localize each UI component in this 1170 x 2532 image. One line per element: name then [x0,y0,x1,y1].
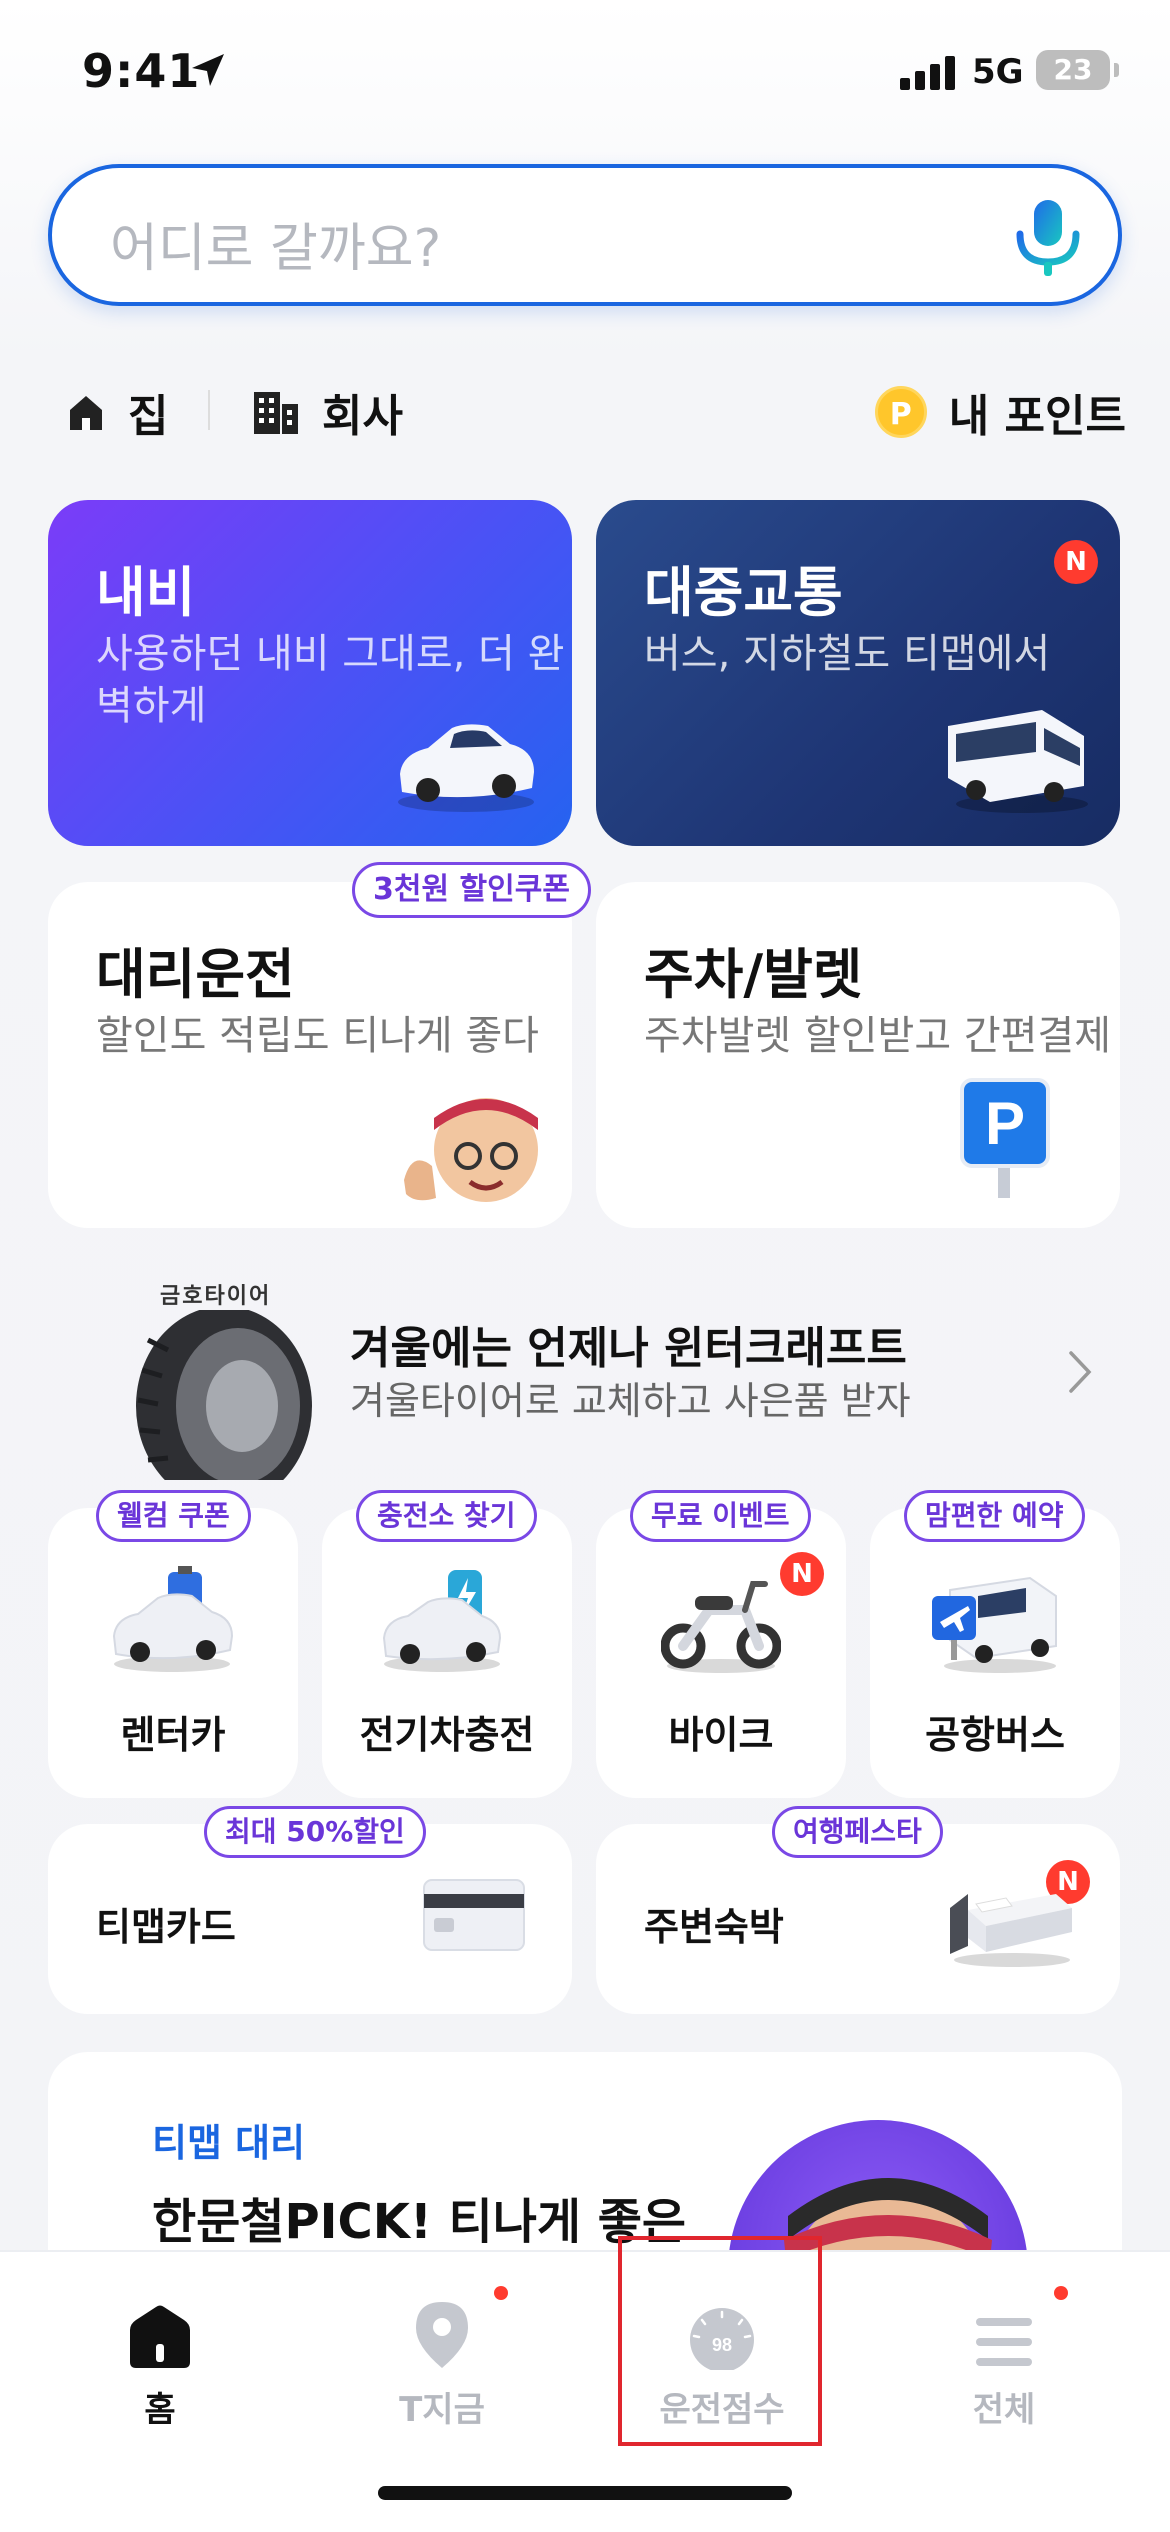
menu-icon [976,2318,1032,2366]
notification-dot [1054,2286,1068,2300]
home-icon [130,2305,190,2368]
tab-home[interactable]: 홈 [60,2280,260,2431]
transit-title: 대중교통 [644,561,843,624]
car-icon [398,724,534,812]
search-bar[interactable]: 어디로 갈까요? [48,164,1122,306]
nearby-lodging-card[interactable]: 여행페스타 N 주변숙박 [596,1806,1120,2014]
rental-car-icon [112,1566,234,1672]
shortcut-work-label: 회사 [322,391,403,442]
navi-title: 내비 [96,561,196,624]
service-label: 전기차충전 [359,1713,535,1757]
wide-service-label: 티맵카드 [96,1905,236,1949]
svg-text:P: P [985,1090,1025,1157]
building-icon [254,392,298,434]
parking-valet-card[interactable]: 주차/발렛 주차발렛 할인받고 간편결제 P [596,882,1120,1228]
bus-icon [948,710,1088,813]
new-badge: N [1054,540,1098,584]
parking-title: 주차/발렛 [644,943,863,1006]
my-points-button[interactable]: P 내 포인트 [874,380,1126,444]
tire-ad-banner[interactable]: 금호타이어 겨울에는 언제나 윈터크래프트 겨울타이어로 교체하고 사은품 받자 [48,1270,1122,1480]
parking-sign-icon: P [960,1078,1050,1198]
house-icon [70,396,102,430]
airport-bus-card[interactable]: 맘편한 예약 공항버스 [870,1490,1120,1798]
transit-desc: 버스, 지하철도 티맵에서 [644,631,1051,677]
ad-subtitle: 겨울타이어로 교체하고 사은품 받자 [350,1379,911,1423]
point-coin-icon: P [874,386,927,438]
coupon-pill: 3천원 할인쿠폰 [352,862,591,918]
my-points-label: 내 포인트 [948,391,1126,442]
location-arrow-icon [192,54,224,86]
bike-card[interactable]: 무료 이벤트 N 바이크 [596,1490,846,1798]
driver-service-card[interactable]: 대리운전 할인도 적립도 티나게 좋다 3천원 할인쿠폰 [48,862,591,1228]
service-label: 렌터카 [120,1713,226,1757]
cellular-signal-icon [900,56,955,90]
shortcut-divider [208,390,210,430]
promo-headline: 한문철PICK! 티나게 좋은 [152,2194,687,2250]
service-label: 바이크 [668,1713,774,1757]
scooter-icon [661,1581,781,1673]
new-badge: N [780,1552,824,1596]
service-pill: 맘편한 예약 [904,1490,1085,1542]
service-pill: 충전소 찾기 [356,1490,537,1542]
service-pill: 웰컴 쿠폰 [96,1490,251,1542]
location-pin-icon [416,2302,468,2368]
ev-charging-icon [382,1570,502,1672]
shortcut-home-label: 집 [128,391,169,442]
driver-desc: 할인도 적립도 티나게 좋다 [96,1013,539,1059]
credit-card-icon [423,1879,525,1951]
highlight-box [618,2236,822,2446]
microphone-icon[interactable] [1008,196,1088,280]
discount-pill: 최대 50%할인 [204,1806,426,1858]
airport-bus-icon [932,1576,1057,1673]
tmap-card-card[interactable]: 최대 50%할인 티맵카드 [48,1806,572,2014]
tab-all[interactable]: 전체 [904,2280,1104,2431]
ev-charging-card[interactable]: 충전소 찾기 전기차충전 [322,1490,572,1798]
network-type: 5G [972,52,1024,92]
bed-icon [950,1894,1072,1967]
tab-home-label: 홈 [144,2390,176,2430]
quick-shortcuts: 집 회사 P 내 포인트 [66,380,1126,442]
home-indicator [378,2486,792,2500]
ad-brand: 금호타이어 [160,1284,272,1309]
chevron-right-icon [1069,1351,1092,1393]
ad-headline: 겨울에는 언제나 윈터크래프트 [350,1323,907,1374]
parking-desc: 주차발렛 할인받고 간편결제 [644,1013,1112,1059]
wide-service-label: 주변숙박 [644,1905,784,1949]
notification-dot [494,2286,508,2300]
status-bar: 9:41 5G 23 [0,0,1170,150]
tab-now-label: T지금 [399,2390,485,2430]
shortcut-work[interactable]: 회사 [252,380,403,444]
status-time: 9:41 [82,44,201,98]
promo-tag: 티맵 대리 [152,2121,306,2165]
tire-image [136,1310,312,1480]
service-pill: 무료 이벤트 [630,1490,811,1542]
battery-icon: 23 [1036,50,1119,90]
rental-car-card[interactable]: 웰컴 쿠폰 렌터카 [48,1490,298,1798]
tab-all-label: 전체 [972,2390,1036,2430]
search-placeholder: 어디로 갈까요? [110,219,442,279]
event-pill: 여행페스타 [772,1806,943,1858]
navi-card[interactable]: 내비 사용하던 내비 그대로, 더 완벽하게 [48,500,572,846]
service-label: 공항버스 [925,1713,1065,1757]
tab-now[interactable]: T지금 [342,2280,542,2431]
transit-card[interactable]: 대중교통 버스, 지하철도 티맵에서 N [596,500,1120,846]
shortcut-home[interactable]: 집 [66,380,168,444]
mascot-avatar [404,1098,538,1202]
driver-title: 대리운전 [96,943,295,1006]
